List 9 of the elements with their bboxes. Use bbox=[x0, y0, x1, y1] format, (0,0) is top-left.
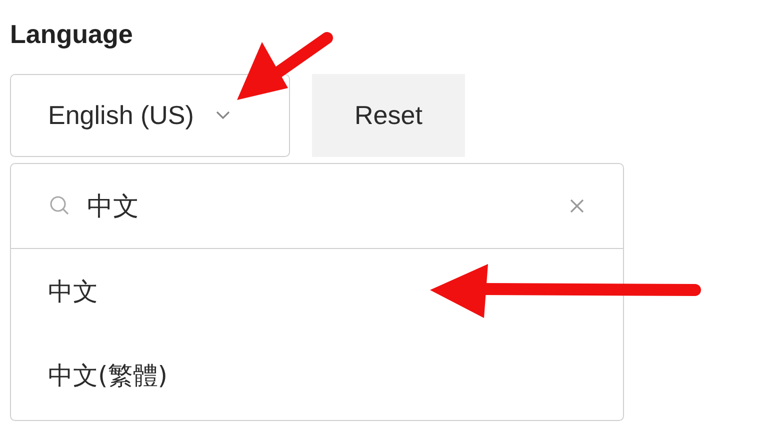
reset-button[interactable]: Reset bbox=[312, 74, 465, 157]
search-field[interactable]: 中文 bbox=[87, 191, 143, 221]
chevron-down-icon bbox=[216, 111, 230, 120]
language-option[interactable]: 中文 bbox=[48, 274, 98, 308]
section-heading: Language bbox=[10, 18, 133, 50]
search-icon bbox=[49, 195, 71, 217]
language-option[interactable]: 中文(繁體) bbox=[48, 358, 168, 392]
language-select[interactable]: English (US) bbox=[10, 74, 290, 157]
close-icon[interactable] bbox=[569, 198, 585, 214]
